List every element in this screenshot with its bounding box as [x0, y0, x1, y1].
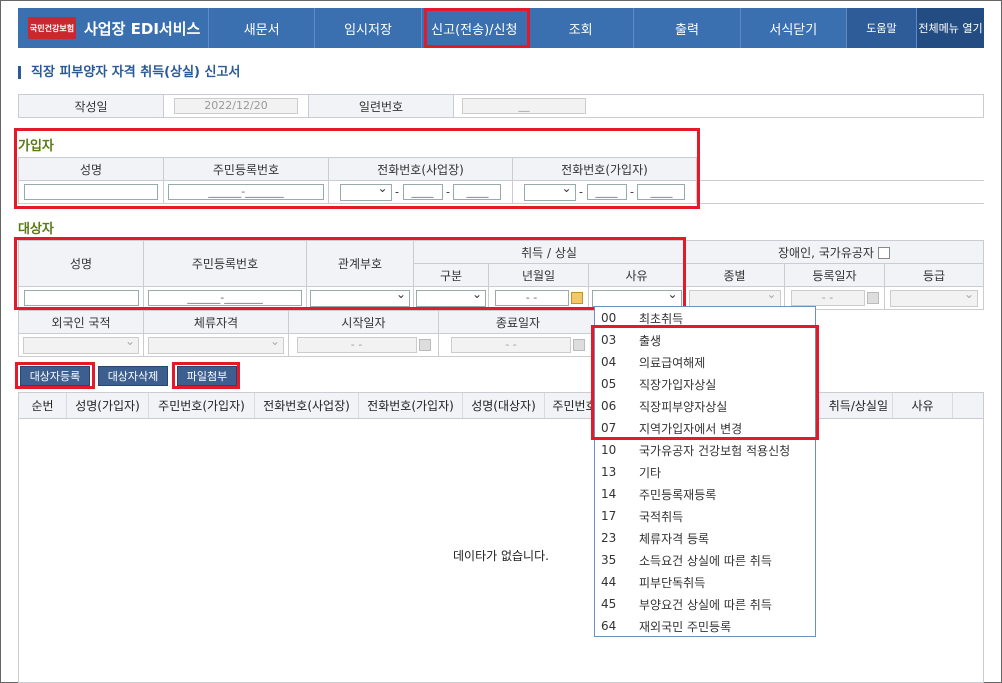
reason-dropdown-list: 00 최초취득 03 출생 04 의료급여해제 05 직장가입자상실 06 직장피부양자상…	[594, 306, 816, 637]
reason-option[interactable]: 14 주민등록재등록	[595, 483, 815, 505]
target-date-input[interactable]: - -	[494, 290, 569, 306]
stay-status-select	[148, 334, 284, 354]
col-seq: 순번	[19, 393, 67, 418]
col-member-rrn: 주민번호(가입자)	[149, 393, 255, 418]
reason-option[interactable]: 13 기타	[595, 461, 815, 483]
col-acq-date: 취득/상실일	[813, 393, 893, 418]
date-label: 작성일	[18, 94, 164, 118]
disabled-checkbox[interactable]	[877, 247, 890, 259]
attach-file-button[interactable]: 파일첨부	[177, 366, 237, 386]
member-name-header: 성명	[18, 157, 164, 181]
member-work-phone-area-select[interactable]	[339, 181, 392, 201]
target-rrn-header: 주민등록번호	[143, 240, 307, 287]
member-rrn-header: 주민등록번호	[163, 157, 329, 181]
reason-option[interactable]: 44 피부단독취득	[595, 571, 815, 593]
all-menu-button[interactable]: 전체메뉴 열기	[915, 8, 984, 48]
target-kind-header: 구분	[413, 263, 489, 287]
col-work-phone: 전화번호(사업장)	[255, 393, 359, 418]
target-date-header: 년월일	[488, 263, 589, 287]
target-name-header: 성명	[18, 240, 144, 287]
nav-close-form[interactable]: 서식닫기	[739, 8, 846, 48]
reason-option[interactable]: 07 지역가입자에서 변경	[595, 417, 815, 439]
nav-print[interactable]: 출력	[633, 8, 739, 48]
target-regdate-input: - -	[790, 290, 865, 306]
member-phone-header: 전화번호(가입자)	[512, 157, 697, 181]
top-navigation: 국민건강보험 사업장 EDI서비스 새문서 임시저장 신고(전송)/신청 조회 …	[18, 8, 984, 48]
target-reason-select[interactable]	[591, 287, 682, 307]
calendar-icon[interactable]	[570, 292, 583, 304]
target-regdate-header: 등록일자	[784, 263, 885, 287]
member-section-title: 가입자	[18, 139, 54, 154]
calendar-icon	[573, 339, 585, 351]
help-button[interactable]: 도움말	[845, 8, 916, 48]
reason-option[interactable]: 06 직장피부양자상실	[595, 395, 815, 417]
stay-status-header: 체류자격	[143, 310, 289, 334]
nav-temp-save[interactable]: 임시저장	[314, 8, 420, 48]
member-table: 성명 주민등록번호 전화번호(사업장) 전화번호(가입자) ______-___…	[18, 157, 984, 204]
member-phone-mid[interactable]: ____	[586, 184, 627, 200]
form-header-table: 작성일 2022/12/20 일련번호 __	[18, 94, 984, 118]
member-work-phone-last[interactable]: ____	[453, 184, 502, 200]
reason-option[interactable]: 23 체류자격 등록	[595, 527, 815, 549]
target-type-header: 종별	[684, 263, 785, 287]
empty-message: 데이타가 없습니다.	[453, 549, 549, 563]
target-type-select	[688, 287, 781, 307]
nationality-header: 외국인 국적	[18, 310, 144, 334]
start-date-input: - -	[296, 337, 417, 353]
col-target-name: 성명(대상자)	[463, 393, 545, 418]
target-list: 순번 성명(가입자) 주민번호(가입자) 전화번호(사업장) 전화번호(가입자)…	[18, 392, 984, 683]
app-title: 사업장 EDI서비스	[84, 19, 201, 38]
reason-option[interactable]: 10 국가유공자 건강보험 적용신청	[595, 439, 815, 461]
end-date-header: 종료일자	[438, 310, 598, 334]
target-reason-header: 사유	[588, 263, 685, 287]
reason-option[interactable]: 64 재외국민 주민등록	[595, 615, 815, 637]
member-name-input[interactable]	[24, 184, 158, 200]
reason-option[interactable]: 03 출생	[595, 329, 815, 351]
reason-option[interactable]: 45 부양요건 상실에 따른 취득	[595, 593, 815, 615]
member-rrn-input[interactable]: ______-_______	[168, 184, 324, 200]
nav-submit[interactable]: 신고(전송)/신청	[420, 8, 527, 48]
reason-option[interactable]: 05 직장가입자상실	[595, 373, 815, 395]
member-work-phone-mid[interactable]: ____	[402, 184, 443, 200]
reason-option[interactable]: 35 소득요건 상실에 따른 취득	[595, 549, 815, 571]
app-logo[interactable]: 국민건강보험 사업장 EDI서비스	[18, 8, 208, 48]
target-name-input[interactable]	[23, 290, 139, 306]
page-title: 직장 피부양자 자격 취득(상실) 신고서	[18, 66, 240, 79]
target-section-title: 대상자	[18, 222, 54, 237]
reason-option[interactable]: 04 의료급여해제	[595, 351, 815, 373]
col-member-name: 성명(가입자)	[67, 393, 149, 418]
target-kind-select[interactable]	[416, 287, 486, 307]
nav-inquiry[interactable]: 조회	[526, 8, 633, 48]
nav-new-document[interactable]: 새문서	[208, 8, 314, 48]
target-acq-header: 취득 / 상실	[413, 240, 685, 264]
date-field: 2022/12/20	[174, 98, 298, 114]
member-phone-area-select[interactable]	[523, 181, 576, 201]
member-work-phone-header: 전화번호(사업장)	[328, 157, 513, 181]
col-member-phone: 전화번호(가입자)	[359, 393, 463, 418]
end-date-input: - -	[451, 337, 571, 353]
target-relation-header: 관계부호	[306, 240, 414, 287]
target-grade-header: 등급	[884, 263, 984, 287]
serial-field: __	[462, 98, 586, 114]
member-phone-last[interactable]: ____	[637, 184, 686, 200]
nationality-select	[23, 334, 139, 354]
delete-target-button[interactable]: 대상자삭제	[98, 366, 168, 386]
nhis-logo-icon: 국민건강보험	[28, 17, 76, 39]
target-relation-select[interactable]	[310, 287, 410, 307]
serial-label: 일련번호	[308, 94, 454, 118]
reason-option[interactable]: 00 최초취득	[595, 307, 815, 329]
calendar-icon	[866, 292, 879, 304]
target-disabled-header: 장애인, 국가유공자	[778, 245, 874, 260]
col-reason: 사유	[893, 393, 953, 418]
reason-option[interactable]: 17 국적취득	[595, 505, 815, 527]
calendar-icon	[418, 339, 431, 351]
start-date-header: 시작일자	[288, 310, 439, 334]
target-table: 성명 주민등록번호 관계부호 취득 / 상실 장애인, 국가유공자 구분 년월일…	[18, 240, 984, 310]
foreign-table: 외국인 국적 체류자격 시작일자 종료일자 - - - -	[18, 310, 598, 357]
register-target-button[interactable]: 대상자등록	[20, 366, 90, 386]
target-grade-select	[890, 287, 978, 307]
target-rrn-input[interactable]: ______-_______	[148, 290, 302, 306]
